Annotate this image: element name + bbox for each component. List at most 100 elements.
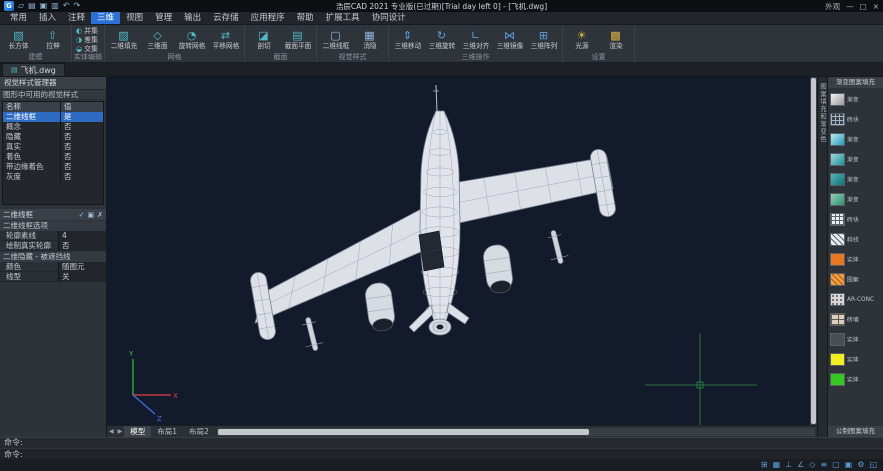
layout-tab-0[interactable]: 模型 bbox=[124, 425, 152, 437]
ribbon-button-5-2[interactable]: ∟ 三维对齐 bbox=[459, 30, 492, 50]
palette-body: 渐变图案填充 渐变 砖块 渐变 渐变 渐变 渐变 砖块 斜线 实体 图案 AR-CONC 砖墙 实体 实体… bbox=[828, 77, 883, 437]
hatch-item-0[interactable]: 渐变 bbox=[830, 91, 881, 107]
hatch-item-14[interactable]: 实体 bbox=[830, 371, 881, 387]
command-input-line[interactable]: 命令: bbox=[0, 448, 883, 459]
ribbon-button-2-2[interactable]: ◔ 旋转网格 bbox=[175, 30, 208, 50]
palette-tab-hatch[interactable]: 图案填充和渐变色 bbox=[818, 83, 828, 437]
ribbon-button-4-0[interactable]: ▢ 二维线框 bbox=[319, 30, 352, 50]
undo-icon[interactable]: ↶ bbox=[63, 0, 70, 12]
ribbon-button-0-1[interactable]: ⇧ 拉伸 bbox=[36, 30, 69, 50]
ribbon-button-4-1[interactable]: ▦ 消隐 bbox=[353, 30, 386, 50]
ribbon-button-label: 三维旋转 bbox=[428, 41, 455, 50]
prop-value[interactable]: 随图元 bbox=[58, 262, 106, 271]
save-icon[interactable]: ▣ bbox=[40, 0, 48, 12]
ribbon-tab-3[interactable]: 三维 bbox=[91, 12, 121, 24]
fullscreen-icon[interactable]: ◱ bbox=[869, 459, 877, 471]
ribbon-button-1-2[interactable]: ◒ 交集 bbox=[76, 44, 98, 53]
hatch-item-8[interactable]: 实体 bbox=[830, 251, 881, 267]
style-row-6[interactable]: 灰度否 bbox=[3, 172, 103, 182]
ribbon-button-0-0[interactable]: ▧ 长方体 bbox=[2, 30, 35, 50]
prop-group-header-0[interactable]: 二维线框选项 bbox=[0, 221, 106, 231]
ribbon-button-5-0[interactable]: ⇕ 三维移动 bbox=[391, 30, 424, 50]
style-row-4[interactable]: 着色否 bbox=[3, 152, 103, 162]
apply-visual-style-icon[interactable]: ✓ bbox=[79, 211, 85, 219]
ribbon-tab-7[interactable]: 云存储 bbox=[207, 12, 245, 24]
hatch-item-7[interactable]: 斜线 bbox=[830, 231, 881, 247]
ribbon-tab-9[interactable]: 帮助 bbox=[291, 12, 320, 24]
new-visual-style-icon[interactable]: ▣ bbox=[88, 211, 95, 219]
redo-icon[interactable]: ↷ bbox=[74, 0, 81, 12]
ribbon-tab-2[interactable]: 注释 bbox=[62, 12, 91, 24]
object-snap-icon[interactable]: ◇ bbox=[809, 459, 815, 471]
ribbon-button-6-0[interactable]: ☀ 光源 bbox=[565, 30, 598, 50]
hatch-item-5[interactable]: 渐变 bbox=[830, 191, 881, 207]
style-row-5[interactable]: 带边缘着色否 bbox=[3, 162, 103, 172]
settings-icon[interactable]: ⚙ bbox=[857, 459, 864, 471]
hatch-item-10[interactable]: AR-CONC bbox=[830, 291, 881, 307]
ribbon-button-2-3[interactable]: ⇄ 平移网格 bbox=[209, 30, 242, 50]
new-file-icon[interactable]: ▱ bbox=[18, 0, 24, 12]
polar-tracking-icon[interactable]: ∠ bbox=[797, 459, 804, 471]
appearance-button[interactable]: 外观 bbox=[825, 1, 840, 12]
ribbon-button-5-1[interactable]: ↻ 三维旋转 bbox=[425, 30, 458, 50]
hatch-item-13[interactable]: 实体 bbox=[830, 351, 881, 367]
grid-icon[interactable]: ▦ bbox=[773, 459, 781, 471]
palette-group-bottom[interactable]: 公制图案填充 bbox=[828, 426, 883, 437]
ribbon-tab-1[interactable]: 插入 bbox=[33, 12, 62, 24]
layout-prev-button[interactable]: ◀ bbox=[107, 426, 116, 438]
style-row-0[interactable]: 二维线框是 bbox=[3, 112, 103, 122]
hatch-item-2[interactable]: 渐变 bbox=[830, 131, 881, 147]
dynamic-input-icon[interactable]: ▢ bbox=[832, 459, 840, 471]
ribbon-button-5-4[interactable]: ⊞ 三维阵列 bbox=[527, 30, 560, 50]
hatch-item-6[interactable]: 砖块 bbox=[830, 211, 881, 227]
ribbon-tab-10[interactable]: 扩展工具 bbox=[320, 12, 366, 24]
hatch-item-11[interactable]: 砖墙 bbox=[830, 311, 881, 327]
style-row-2[interactable]: 隐藏否 bbox=[3, 132, 103, 142]
app-logo[interactable]: G bbox=[4, 1, 14, 11]
hscroll-thumb[interactable] bbox=[217, 428, 589, 435]
snap-icon[interactable]: ⊞ bbox=[761, 459, 768, 471]
delete-visual-style-icon[interactable]: ✗ bbox=[97, 211, 103, 219]
hatch-item-1[interactable]: 砖块 bbox=[830, 111, 881, 127]
hatch-item-9[interactable]: 图案 bbox=[830, 271, 881, 287]
ribbon-tab-4[interactable]: 视图 bbox=[120, 12, 149, 24]
ribbon-button-2-1[interactable]: ◇ 三维面 bbox=[141, 30, 174, 50]
document-tab-0[interactable]: ▤ 飞机.dwg bbox=[2, 63, 65, 76]
ribbon-button-3-0[interactable]: ◪ 剖切 bbox=[247, 30, 280, 50]
ribbon-tab-6[interactable]: 输出 bbox=[178, 12, 207, 24]
lineweight-icon[interactable]: ≡ bbox=[820, 459, 827, 471]
maximize-button[interactable]: □ bbox=[860, 2, 867, 11]
ribbon-button-6-1[interactable]: ▩ 渲染 bbox=[599, 30, 632, 50]
open-folder-icon[interactable]: ▤ bbox=[28, 0, 36, 12]
ribbon-tab-0[interactable]: 常用 bbox=[4, 12, 33, 24]
ortho-icon[interactable]: ⊥ bbox=[785, 459, 792, 471]
ribbon-button-5-3[interactable]: ⋈ 三维镜像 bbox=[493, 30, 526, 50]
prop-group-header-1[interactable]: 二维隐藏 - 被遮挡线 bbox=[0, 252, 106, 262]
ribbon-button-3-1[interactable]: ▤ 截面平面 bbox=[281, 30, 314, 50]
ribbon-tab-5[interactable]: 管理 bbox=[149, 12, 178, 24]
model-space-icon[interactable]: ▣ bbox=[845, 459, 853, 471]
layout-tab-1[interactable]: 布局1 bbox=[151, 426, 183, 438]
prop-value[interactable]: 关 bbox=[58, 272, 106, 281]
minimize-button[interactable]: — bbox=[846, 2, 854, 11]
hatch-item-3[interactable]: 渐变 bbox=[830, 151, 881, 167]
layout-tab-2[interactable]: 布局2 bbox=[183, 426, 215, 438]
prop-value[interactable]: 4 bbox=[58, 231, 106, 240]
style-row-1[interactable]: 概念否 bbox=[3, 122, 103, 132]
close-button[interactable]: × bbox=[873, 2, 879, 11]
ribbon-tab-11[interactable]: 协同设计 bbox=[366, 12, 412, 24]
ribbon-tab-8[interactable]: 应用程序 bbox=[245, 12, 291, 24]
prop-value[interactable]: 否 bbox=[58, 241, 106, 250]
viewport-horizontal-scrollbar[interactable] bbox=[216, 427, 815, 436]
hatch-item-12[interactable]: 实体 bbox=[830, 331, 881, 347]
palette-group-top[interactable]: 渐变图案填充 bbox=[828, 77, 883, 88]
layout-next-button[interactable]: ▶ bbox=[116, 426, 125, 438]
style-row-3[interactable]: 真实否 bbox=[3, 142, 103, 152]
ribbon-button-2-0[interactable]: ▨ 二维填充 bbox=[107, 30, 140, 50]
ribbon-tab-bar: 常用 插入 注释 三维 视图 管理 输出 云存储 应用程序 帮助 扩展工具 协同设计 bbox=[0, 12, 883, 25]
viewport-vertical-scrollbar[interactable] bbox=[810, 77, 817, 425]
viewport[interactable]: Y X Z ◀ ▶ 模型 布局1 布局2 bbox=[107, 77, 817, 437]
hatch-item-4[interactable]: 渐变 bbox=[830, 171, 881, 187]
plot-icon[interactable]: ▥ bbox=[51, 0, 59, 12]
vscroll-thumb[interactable] bbox=[811, 78, 816, 424]
